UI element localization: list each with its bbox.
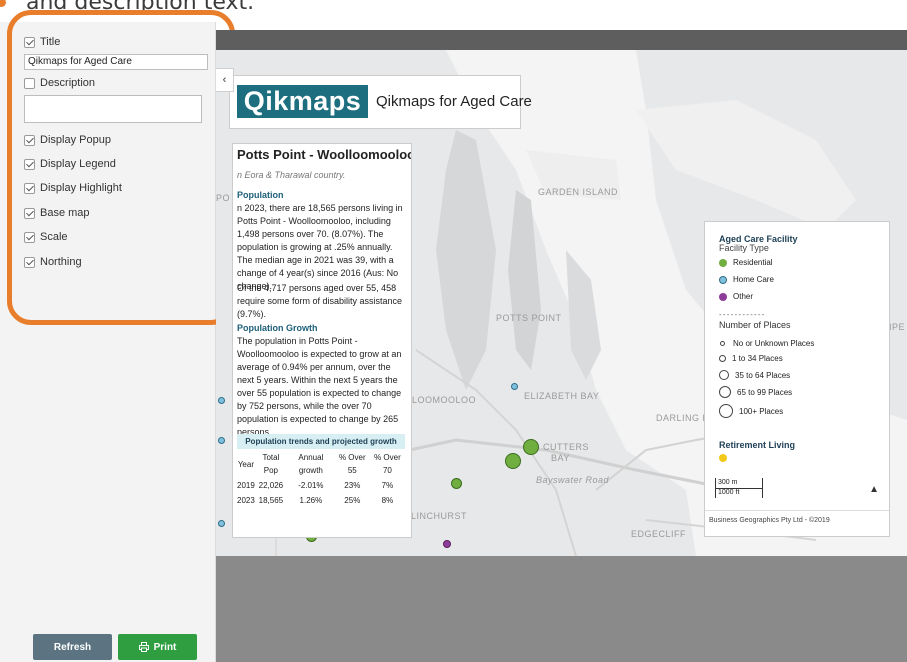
legend-retirement-title: Retirement Living	[719, 440, 796, 450]
table-cell: 1.26%	[299, 496, 323, 505]
printer-icon	[138, 642, 149, 652]
map-label-woolloomooloo: LOOMOOLOO	[412, 395, 477, 405]
map-pin-home-care[interactable]	[511, 383, 518, 390]
map-pin-other[interactable]	[443, 540, 451, 548]
circle-size-icon	[719, 355, 726, 362]
disability-text: Of the 4,717 persons aged over 55, 458 r…	[237, 283, 403, 319]
qikmaps-logo: Qikmaps	[237, 85, 368, 118]
map-label-potts-point: POTTS POINT	[496, 313, 562, 323]
map-label-elizabeth-bay: ELIZABETH BAY	[524, 391, 600, 401]
legend-divider: - - - - - - - - - - - -	[719, 310, 764, 319]
table-row: 2019 22,026 -2.01% 23% 7%	[237, 478, 405, 493]
scale-bar: 300 m 1000 ft	[715, 478, 763, 498]
map-label-garden-island: GARDEN ISLAND	[538, 187, 619, 197]
table-header: Year	[237, 459, 254, 469]
retirement-dot-icon	[719, 454, 727, 462]
table-header: Total Pop	[262, 453, 280, 475]
map-pin-home-care[interactable]	[218, 520, 225, 527]
preview-top-bar	[216, 30, 907, 50]
map-title-box: Qikmaps Qikmaps for Aged Care	[229, 75, 532, 129]
map-label-po: PO	[216, 193, 231, 203]
legend-places-title: Number of Places	[719, 320, 791, 330]
circle-size-icon	[719, 386, 731, 398]
population-text: n 2023, there are 18,565 persons living …	[237, 203, 403, 291]
legend-label: Residential	[733, 258, 773, 267]
map-pin-residential[interactable]	[523, 439, 539, 455]
legend-place-size: 65 to 99 Places	[719, 386, 792, 398]
circle-size-icon	[719, 404, 733, 418]
residential-dot-icon	[719, 258, 727, 267]
map-pin-home-care[interactable]	[218, 437, 225, 444]
table-cell: -2.01%	[298, 481, 324, 490]
map-label-linchurst: LINCHURST	[411, 511, 468, 521]
legend-label: Other	[733, 292, 754, 301]
legend-place-size: 1 to 34 Places	[719, 354, 783, 363]
growth-heading: Population Growth	[237, 323, 318, 333]
table-cell: 22,026	[258, 481, 284, 490]
map-label-cutters: CUTTERS	[543, 442, 589, 452]
legend-label: 1 to 34 Places	[732, 354, 783, 363]
legend-place-size: No or Unknown Places	[719, 339, 814, 348]
table-cell: 7%	[381, 481, 394, 490]
table-cell: 25%	[344, 496, 361, 505]
legend-label: 35 to 64 Places	[735, 370, 791, 380]
legend-credit: Business Geographics Pty Ltd - ©2019	[709, 517, 830, 524]
north-arrow-icon: ▲	[869, 484, 879, 495]
preview-bottom-area	[216, 556, 907, 662]
popup-subtitle: n Eora & Tharawal country.	[237, 170, 346, 180]
map-title: Qikmaps for Aged Care	[376, 93, 532, 110]
scale-metres: 300 m	[718, 479, 738, 486]
legend-place-size: 35 to 64 Places	[719, 370, 790, 380]
population-table-title: Population trends and projected growth	[237, 434, 405, 449]
area-info-popup: Potts Point - Woolloomooloo n Eora & Tha…	[232, 143, 412, 538]
legend-label: 100+ Places	[739, 406, 784, 416]
table-row: 2023 18,565 1.26% 25% 8%	[237, 493, 405, 508]
legend-label: No or Unknown Places	[733, 339, 815, 348]
circle-size-icon	[720, 341, 725, 346]
population-heading: Population	[237, 190, 284, 200]
print-button-label: Print	[153, 641, 177, 653]
legend-item-home-care: Home Care	[719, 275, 774, 284]
legend-subtitle: Facility Type	[719, 243, 769, 253]
scale-feet: 1000 ft	[718, 489, 740, 496]
legend-item-other: Other	[719, 292, 753, 301]
map-pin-residential[interactable]	[505, 453, 521, 469]
map-legend: Aged Care Facility Facility Type Residen…	[704, 221, 890, 537]
table-header-row: Year Total Pop Annual growth % Over 55 %…	[237, 450, 405, 478]
refresh-button-label: Refresh	[53, 641, 92, 653]
highlight-annotation-box	[7, 10, 235, 325]
table-cell: 23%	[344, 481, 361, 490]
legend-separator	[705, 510, 889, 511]
growth-text: The population in Potts Point - Woolloom…	[237, 336, 402, 437]
map-pin-home-care[interactable]	[218, 397, 225, 404]
refresh-button[interactable]: Refresh	[33, 634, 112, 660]
legend-item-residential: Residential	[719, 258, 773, 267]
map-pin-residential[interactable]	[451, 478, 462, 489]
table-cell: 8%	[381, 496, 394, 505]
popup-title: Potts Point - Woolloomooloo	[237, 147, 412, 162]
print-button[interactable]: Print	[118, 634, 197, 660]
map-label-edgecliff: EDGECLIFF	[631, 529, 687, 539]
legend-label: Home Care	[733, 275, 774, 284]
home-care-dot-icon	[719, 275, 727, 284]
circle-size-icon	[719, 370, 729, 380]
table-cell: 2019	[237, 481, 255, 490]
legend-label: 65 to 99 Places	[737, 387, 793, 397]
table-cell: 18,565	[258, 496, 284, 505]
table-header: Annual growth	[298, 453, 324, 475]
map-label-bayswater-road: Bayswater Road	[536, 475, 610, 485]
table-cell: 2023	[237, 496, 255, 505]
caption-bullet	[0, 0, 6, 7]
map-label-ipe: IPE	[889, 322, 906, 332]
other-dot-icon	[719, 292, 727, 301]
table-header: % Over 70	[374, 453, 401, 475]
legend-place-size: 100+ Places	[719, 404, 783, 418]
collapse-panel-button[interactable]: ‹	[216, 68, 234, 92]
map-label-bay: BAY	[551, 453, 570, 463]
table-header: % Over 55	[338, 453, 366, 475]
population-table: Year Total Pop Annual growth % Over 55 %…	[237, 450, 405, 508]
